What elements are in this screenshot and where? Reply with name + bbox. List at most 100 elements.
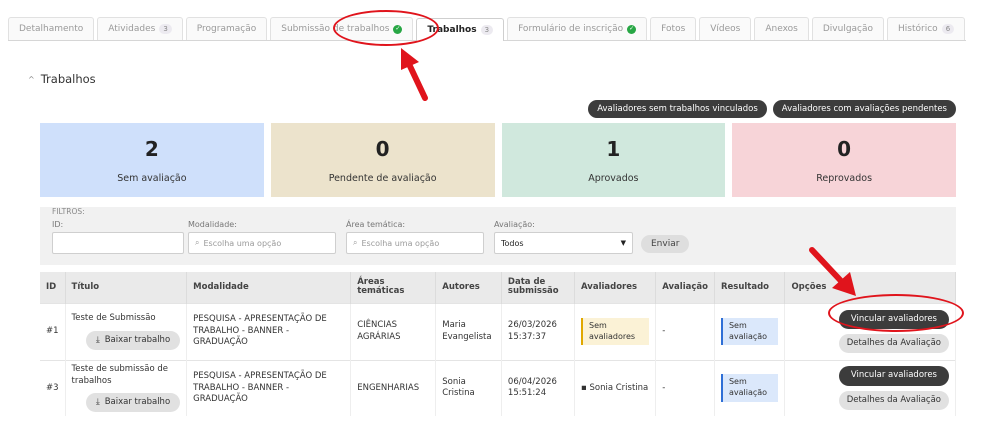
download-work-button[interactable]: ⤓ Baixar trabalho: [85, 330, 181, 350]
status-badge: Sem avaliação: [720, 317, 779, 346]
chevron-down-icon: ▼: [620, 239, 626, 247]
evaluator-buttons: Avaliadores sem trabalhos vinculados Ava…: [588, 100, 956, 118]
cell-data: 26/03/2026 15:37:37: [501, 302, 576, 360]
cell-resultado: Sem avaliação: [714, 359, 786, 416]
tab-bar: Detalhamento Atividades 3 Programação Sub…: [8, 17, 966, 41]
card-sem-avaliacao: 2 Sem avaliação: [40, 123, 264, 197]
chevron-up-icon: ^: [28, 74, 35, 84]
header-avaliacao: Avaliação: [655, 272, 715, 303]
works-table: ID Título Modalidade Áreas temáticas Aut…: [40, 272, 956, 416]
card-aprovados: 1 Aprovados: [501, 123, 726, 197]
filter-avaliacao-group: Avaliação: Todos ▼: [494, 220, 633, 254]
card-value: 2: [144, 136, 159, 161]
card-label: Aprovados: [588, 172, 639, 184]
table-row: #1 Teste de Submissão ⤓ Baixar trabalho P…: [40, 302, 956, 360]
card-reprovados: 0 Reprovados: [732, 123, 956, 197]
cell-area: ENGENHARIAS: [350, 359, 437, 416]
card-label: Pendente de avaliação: [328, 172, 437, 184]
card-pendente: 0 Pendente de avaliação: [270, 123, 495, 197]
link-evaluators-button[interactable]: Vincular avaliadores: [838, 309, 949, 329]
card-label: Reprovados: [816, 172, 873, 184]
header-titulo: Título: [65, 272, 188, 303]
check-circle-icon: ✓: [393, 24, 403, 34]
cell-id: #3: [40, 359, 66, 416]
tab-count-badge: 6: [941, 24, 955, 34]
search-icon: ⌕: [195, 238, 200, 247]
cell-avaliacao: -: [655, 302, 715, 360]
cell-modalidade: PESQUISA - APRESENTAÇÃO DE TRABALHO - BA…: [186, 359, 352, 416]
tab-divulgacao[interactable]: Divulgação: [811, 17, 885, 40]
evaluators-pending-button[interactable]: Avaliadores com avaliações pendentes: [772, 100, 956, 118]
filter-avaliacao-label: Avaliação:: [494, 220, 535, 229]
cell-avaliadores: ▪ Sonia Cristina: [574, 359, 657, 416]
filter-area-placeholder: Escolha uma opção: [361, 238, 440, 248]
cell-opcoes: Vincular avaliadores Detalhes da Avaliaç…: [784, 359, 956, 416]
cell-opcoes: Vincular avaliadores Detalhes da Avaliaç…: [784, 302, 956, 360]
cell-titulo: Teste de submissão de trabalhos ⤓ Baixar …: [65, 359, 188, 416]
card-value: 0: [837, 136, 852, 161]
cell-area: CIÊNCIAS AGRÁRIAS: [350, 302, 437, 360]
header-autores: Autores: [435, 272, 502, 303]
header-resultado: Resultado: [714, 272, 786, 303]
link-evaluators-button[interactable]: Vincular avaliadores: [838, 366, 949, 386]
evaluators-without-works-button[interactable]: Avaliadores sem trabalhos vinculados: [588, 100, 767, 118]
evaluation-details-button[interactable]: Detalhes da Avaliação: [838, 334, 949, 354]
cell-avaliadores: Sem avaliadores: [574, 302, 657, 360]
filters-title: FILTROS:: [52, 207, 85, 216]
download-work-button[interactable]: ⤓ Baixar trabalho: [85, 392, 181, 413]
header-areas: Áreas temáticas: [350, 272, 437, 303]
filter-id-input[interactable]: [52, 232, 184, 254]
status-badge: Sem avaliação: [720, 374, 779, 403]
header-data: Data de submissão: [501, 272, 576, 303]
annotation-arrow-icon: [401, 48, 428, 101]
header-id: ID: [40, 272, 66, 303]
cell-autores: Sonia Cristina: [435, 359, 502, 416]
filter-area-select[interactable]: ⌕ Escolha uma opção: [346, 232, 484, 254]
tab-submissao-de-trabalhos[interactable]: Submissão de trabalhos ✓: [270, 17, 414, 40]
tab-videos[interactable]: Vídeos: [699, 17, 752, 40]
no-evaluators-badge: Sem avaliadores: [581, 317, 650, 346]
tab-count-badge: 3: [480, 25, 494, 35]
cell-data: 06/04/2026 15:51:24: [501, 359, 576, 416]
section-header[interactable]: ^ Trabalhos: [28, 72, 96, 86]
filter-area-group: Área temática: ⌕ Escolha uma opção: [346, 220, 484, 254]
card-label: Sem avaliação: [117, 172, 187, 184]
tab-trabalhos[interactable]: Trabalhos 3: [416, 18, 505, 41]
submit-filter-button[interactable]: Enviar: [641, 235, 690, 253]
tab-count-badge: 3: [159, 24, 172, 34]
filter-avaliacao-value: Todos: [501, 238, 524, 248]
card-value: 1: [606, 136, 621, 161]
card-value: 0: [375, 136, 390, 161]
tab-historico[interactable]: Histórico 6: [887, 17, 966, 40]
header-avaliadores: Avaliadores: [574, 272, 657, 303]
search-icon: ⌕: [353, 238, 358, 247]
cell-resultado: Sem avaliação: [714, 302, 786, 360]
download-icon: ⤓: [95, 334, 100, 345]
section-title: Trabalhos: [40, 72, 96, 86]
cell-modalidade: PESQUISA - APRESENTAÇÃO DE TRABALHO - BA…: [186, 302, 352, 360]
tab-programacao[interactable]: Programação: [185, 17, 268, 40]
check-circle-icon: ✓: [627, 24, 637, 34]
tab-anexos[interactable]: Anexos: [754, 17, 809, 40]
evaluation-details-button[interactable]: Detalhes da Avaliação: [838, 390, 949, 411]
header-opcoes: Opções: [784, 272, 956, 303]
work-title: Teste de Submissão: [71, 313, 156, 324]
tab-detalhamento[interactable]: Detalhamento: [8, 17, 95, 40]
tab-atividades[interactable]: Atividades 3: [97, 17, 183, 40]
cell-avaliacao: -: [655, 359, 715, 416]
work-title: Teste de submissão de trabalhos: [71, 364, 168, 386]
filter-avaliacao-select[interactable]: Todos ▼: [494, 232, 633, 254]
cell-titulo: Teste de Submissão ⤓ Baixar trabalho: [65, 302, 188, 360]
summary-cards: 2 Sem avaliação 0 Pendente de avaliação …: [40, 123, 956, 197]
table-header-row: ID Título Modalidade Áreas temáticas Aut…: [40, 272, 956, 303]
header-modalidade: Modalidade: [186, 272, 352, 303]
filter-area-label: Área temática:: [346, 220, 406, 229]
filters-panel: FILTROS: ID: Modalidade: ⌕ Escolha uma o…: [40, 207, 956, 265]
evaluator-name: Sonia Cristina: [589, 382, 649, 393]
filter-id-label: ID:: [52, 220, 64, 229]
filter-modalidade-label: Modalidade:: [188, 220, 237, 229]
tab-fotos[interactable]: Fotos: [650, 17, 697, 40]
cell-autores: Maria Evangelista: [435, 302, 502, 360]
filter-modalidade-select[interactable]: ⌕ Escolha uma opção: [188, 232, 336, 254]
tab-formulario-de-inscricao[interactable]: Formulário de inscrição ✓: [507, 17, 648, 40]
